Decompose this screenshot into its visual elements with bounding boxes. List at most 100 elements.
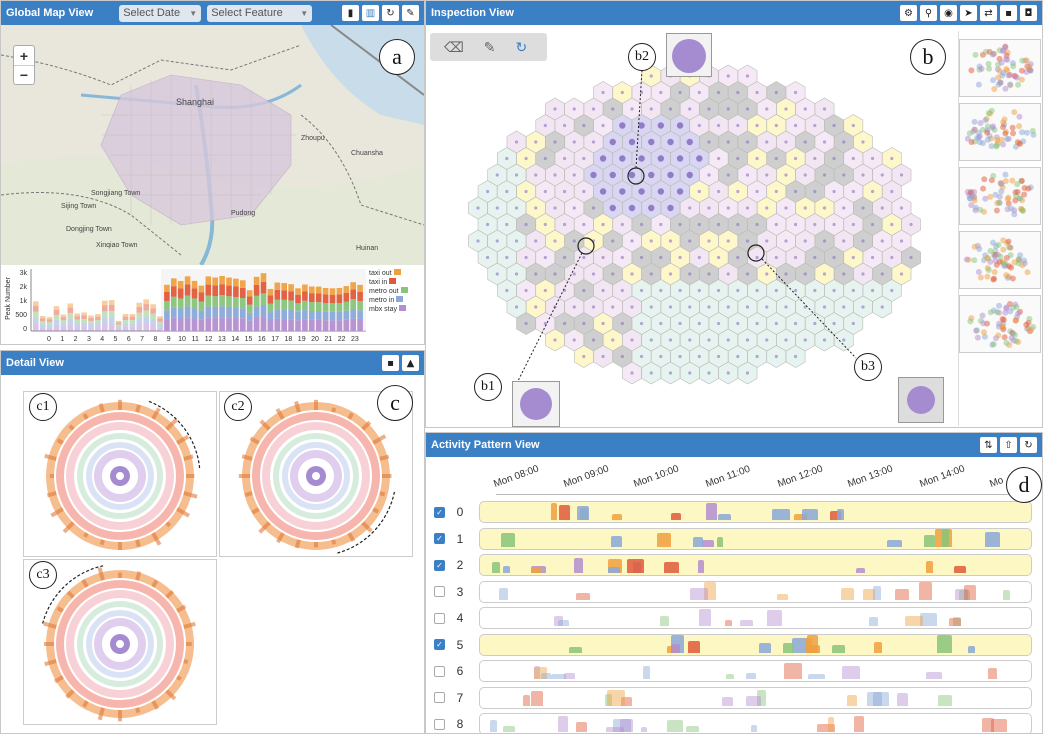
eraser-icon[interactable]: ⌫	[444, 39, 464, 56]
chart-bar	[88, 327, 94, 331]
cell-dot	[880, 305, 884, 309]
cell-dot	[870, 255, 875, 260]
pencil-icon[interactable]: ✎	[484, 39, 496, 56]
thumbnail-cell	[984, 136, 991, 143]
cell-dot	[572, 107, 576, 111]
thumbnail-cell	[1024, 269, 1031, 276]
thumbnail[interactable]	[959, 39, 1041, 97]
cell-dot	[793, 156, 798, 161]
cell-dot	[774, 255, 778, 260]
cell-dot	[562, 189, 567, 194]
pattern-track[interactable]	[479, 713, 1032, 733]
chart-bar	[60, 326, 67, 331]
glyph-b2[interactable]	[666, 33, 712, 77]
cell-dot	[659, 255, 663, 260]
cell-dot	[505, 222, 509, 227]
hourly-chart[interactable]: 3k 2k 1k 500 0 0 1 2 3 4 5 6 7 8 9 10 11 12 13 14 15 16 17 18 19…	[1, 265, 424, 344]
chart-bar	[295, 294, 301, 304]
zoom-in-button[interactable]: +	[14, 46, 34, 65]
radial-bar	[135, 539, 141, 548]
activity-glyph	[663, 562, 679, 573]
map-icon[interactable]: ▮	[342, 5, 359, 21]
pattern-row: 6	[434, 660, 1038, 682]
select-feature-dropdown[interactable]: Select Feature ▼	[207, 4, 313, 22]
cell-dot	[609, 171, 616, 179]
cell-dot	[726, 74, 730, 78]
cell-dot	[842, 239, 846, 243]
chart-bar	[302, 284, 308, 292]
map-canvas[interactable]: Shanghai Songjiang Town Sijing Town Dong…	[1, 25, 424, 265]
upload-icon[interactable]: ⇧	[1000, 437, 1017, 453]
pattern-track[interactable]	[479, 501, 1032, 523]
select-date-dropdown[interactable]: Select Date ▼	[119, 4, 202, 22]
pattern-track[interactable]	[479, 686, 1032, 709]
thumbnail-cell	[1009, 275, 1016, 282]
chart-bar	[95, 316, 101, 321]
trash-icon[interactable]: ▪	[382, 355, 399, 371]
cell-dot	[813, 255, 817, 260]
pattern-track[interactable]	[479, 633, 1032, 656]
refresh-icon[interactable]: ↻	[382, 5, 399, 21]
pattern-track[interactable]	[479, 660, 1032, 682]
thumbnail[interactable]	[959, 167, 1041, 225]
annotation-b: b	[910, 39, 946, 75]
pattern-track[interactable]	[479, 580, 1032, 603]
pattern-track[interactable]	[479, 607, 1032, 629]
panel-title: Activity Pattern View	[431, 439, 540, 451]
radial-bar	[135, 707, 141, 714]
eye-icon[interactable]: ◉	[940, 5, 957, 21]
refresh-icon[interactable]: ↻	[1020, 437, 1037, 453]
activity-glyph	[702, 540, 714, 547]
arrow-icon[interactable]: ➤	[960, 5, 977, 21]
gear-icon[interactable]: ⚙	[900, 5, 917, 21]
chart-bar	[74, 316, 80, 320]
row-checkbox[interactable]	[434, 612, 445, 624]
glyph-b3[interactable]	[898, 377, 944, 423]
row-checkbox[interactable]	[434, 586, 445, 597]
glyph-b1[interactable]	[512, 381, 560, 427]
bar-chart-icon[interactable]: ▥	[362, 5, 379, 21]
cell-dot	[553, 239, 557, 243]
swap-icon[interactable]: ⇄	[980, 5, 997, 21]
cell-dot	[755, 354, 759, 359]
row-checkbox[interactable]	[434, 692, 445, 703]
x-tick-label: 6	[127, 336, 131, 343]
brush-icon[interactable]: ✎	[402, 5, 419, 21]
cell-dot	[639, 288, 644, 293]
cell-dot	[784, 206, 788, 210]
row-checkbox[interactable]	[434, 718, 445, 730]
chart-bar	[164, 319, 170, 331]
pin-icon[interactable]: ⚲	[920, 5, 937, 21]
row-label: 1	[456, 531, 464, 546]
sort-icon[interactable]: ⇅	[980, 437, 997, 453]
row-checkbox[interactable]: ✓	[434, 506, 445, 518]
camera-icon[interactable]: ◘	[1020, 5, 1037, 21]
thumbnail[interactable]	[959, 295, 1041, 353]
cell-dot	[745, 140, 750, 144]
thumbnail[interactable]	[959, 231, 1041, 289]
image-icon[interactable]: ▲	[402, 355, 419, 371]
x-tick-label: 3	[87, 336, 91, 343]
cell-dot	[543, 156, 547, 161]
legend-item: metro out	[369, 287, 408, 296]
pattern-track[interactable]	[479, 527, 1032, 550]
activity-glyph	[558, 505, 570, 520]
row-checkbox[interactable]: ✓	[434, 533, 445, 544]
chart-bar	[315, 286, 322, 294]
chart-bar	[267, 303, 274, 313]
chart-bar	[336, 311, 343, 321]
trash-icon[interactable]: ▪	[1000, 5, 1017, 21]
chart-bar	[108, 310, 115, 318]
row-checkbox[interactable]: ✓	[434, 559, 445, 571]
radial-bar	[331, 407, 337, 413]
row-checkbox[interactable]	[434, 665, 445, 677]
cell-dot	[861, 140, 865, 144]
cell-dot	[707, 140, 711, 144]
zoom-out-button[interactable]: −	[14, 65, 34, 84]
pattern-track[interactable]	[479, 554, 1032, 576]
cell-dot	[793, 354, 798, 359]
thumbnail[interactable]	[959, 103, 1041, 161]
refresh-icon[interactable]: ↻	[516, 39, 528, 56]
row-checkbox[interactable]: ✓	[434, 639, 445, 650]
chart-bar	[198, 301, 205, 311]
